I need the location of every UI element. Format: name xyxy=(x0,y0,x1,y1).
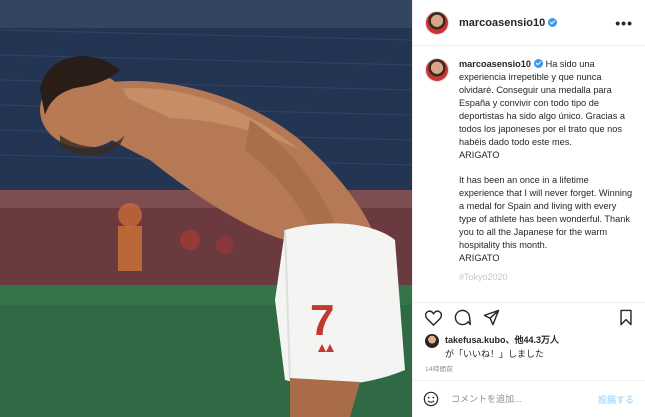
post-photo-illustration: 7 xyxy=(0,0,412,417)
caption-english: It has been an once in a lifetime experi… xyxy=(459,175,633,263)
svg-text:7: 7 xyxy=(310,296,334,345)
verified-badge-icon xyxy=(548,17,558,27)
action-bar xyxy=(413,302,645,332)
caption-spanish: Ha sido una experiencia irrepetible y qu… xyxy=(459,59,625,160)
caption-username[interactable]: marcoasensio10 xyxy=(459,59,531,69)
comment-bar: 投稿する xyxy=(413,380,645,417)
liker-username[interactable]: takefusa.kubo xyxy=(445,335,506,345)
liker-avatar[interactable] xyxy=(425,334,439,348)
caption-area: marcoasensio10 Ha sido una experiencia i… xyxy=(413,58,645,298)
post-photo[interactable]: 7 xyxy=(0,0,412,417)
likes-count[interactable]: 、他44.3万人 xyxy=(506,335,560,345)
heart-icon[interactable] xyxy=(423,308,443,328)
emoji-icon[interactable] xyxy=(423,391,439,407)
caption-text: marcoasensio10 Ha sido una experiencia i… xyxy=(459,58,636,284)
username-link[interactable]: marcoasensio10 xyxy=(459,17,558,29)
likes-text: takefusa.kubo、他44.3万人 が「いいね！」しました xyxy=(445,333,559,361)
likes-summary: takefusa.kubo、他44.3万人 が「いいね！」しました xyxy=(425,333,640,361)
comment-input[interactable] xyxy=(449,393,583,405)
post-timestamp[interactable]: 14時間前 xyxy=(425,363,453,373)
post-header: marcoasensio10 ••• xyxy=(413,0,645,46)
bookmark-icon[interactable] xyxy=(616,308,636,328)
avatar[interactable] xyxy=(425,10,449,35)
post-comment-button[interactable]: 投稿する xyxy=(598,393,634,406)
share-icon[interactable] xyxy=(481,308,501,328)
username-text[interactable]: marcoasensio10 xyxy=(459,17,545,29)
caption-verified-badge-icon xyxy=(534,59,544,68)
likes-line2: が「いいね！」しました xyxy=(445,349,545,359)
post-panel: marcoasensio10 ••• marcoasensio10 Ha sid… xyxy=(412,0,645,417)
hashtag-link[interactable]: #Tokyo2020 xyxy=(459,271,636,284)
comment-icon[interactable] xyxy=(452,308,472,328)
caption-avatar[interactable] xyxy=(425,58,449,82)
more-options-icon[interactable]: ••• xyxy=(615,15,633,31)
